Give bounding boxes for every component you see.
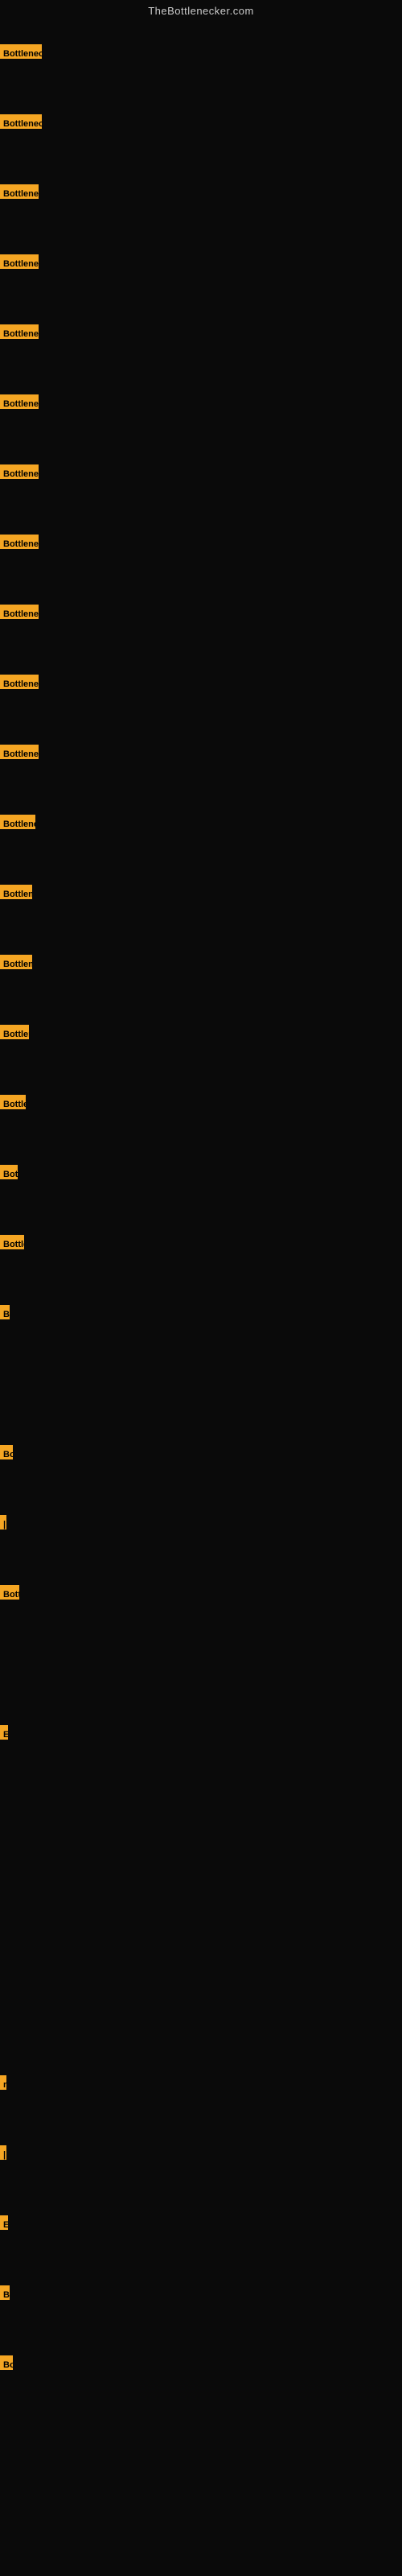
bar-label: Bottleneck resu [0,464,39,479]
bar-row: Bo [0,1445,13,1459]
bar-row: Bottleneck resu [0,605,39,619]
bar-row: Bottleneck resu [0,675,39,689]
bar-row: Bottleneck resu [0,184,39,199]
bar-row: | [0,2145,6,2160]
bar-label: Bottleneck re [0,955,32,969]
bar-label: Bottleneck resu [0,745,39,759]
bar-row: Bottleneck result [0,44,42,59]
bar-label: Bottleneck resu [0,324,39,339]
bar-row: Bottleneck resu [0,254,39,269]
bar-row: Bottleneck resu [0,394,39,409]
bar-label: Bottleneck resu [0,675,39,689]
bar-label: Bottleneck re [0,885,32,899]
bar-label: Bottleneck resu [0,605,39,619]
bar-label: Bottleneck resu [0,254,39,269]
bar-label: Bottlenec [0,1095,26,1109]
bar-label: E [0,1725,8,1740]
bar-row: Bottleneck re [0,955,32,969]
bar-row: Bottlenec [0,1095,26,1109]
bar-label: E [0,2215,8,2230]
bar-row: Bot [0,1165,18,1179]
bar-row: Bottleneck resu [0,535,39,549]
bar-label: Bottlen [0,1235,24,1249]
bar-label: r [0,2075,6,2090]
bar-label: | [0,2145,6,2160]
bar-row: | [0,1515,6,1530]
bar-row: Bottleneck resu [0,464,39,479]
bar-row: B [0,1305,10,1319]
bar-label: B [0,1305,10,1319]
bar-label: Bott [0,1585,19,1600]
bar-row: Bottleneck result [0,114,42,129]
bar-label: Bottleneck resu [0,394,39,409]
bar-row: Bott [0,1585,19,1600]
bar-row: E [0,2215,8,2230]
bar-label: Bottleneck resu [0,184,39,199]
bar-row: Bottleneck r [0,1025,29,1039]
bar-row: Bottleneck re [0,885,32,899]
bar-row: E [0,1725,8,1740]
bar-label: Bottleneck r [0,1025,29,1039]
bar-label: Bottleneck result [0,44,42,59]
bar-label: Bottleneck res [0,815,35,829]
bar-row: Bottleneck res [0,815,35,829]
bar-label: Bot [0,1165,18,1179]
bar-label: Bo [0,1445,13,1459]
bar-row: B [0,2285,10,2300]
bar-row: Bo [0,2355,13,2370]
bar-label: | [0,1515,6,1530]
bar-row: Bottleneck resu [0,745,39,759]
bar-label: Bottleneck resu [0,535,39,549]
bar-row: Bottlen [0,1235,24,1249]
bar-label: Bo [0,2355,13,2370]
bar-row: Bottleneck resu [0,324,39,339]
site-title: TheBottlenecker.com [0,0,402,20]
bar-row: r [0,2075,6,2090]
bar-label: Bottleneck result [0,114,42,129]
bar-label: B [0,2285,10,2300]
